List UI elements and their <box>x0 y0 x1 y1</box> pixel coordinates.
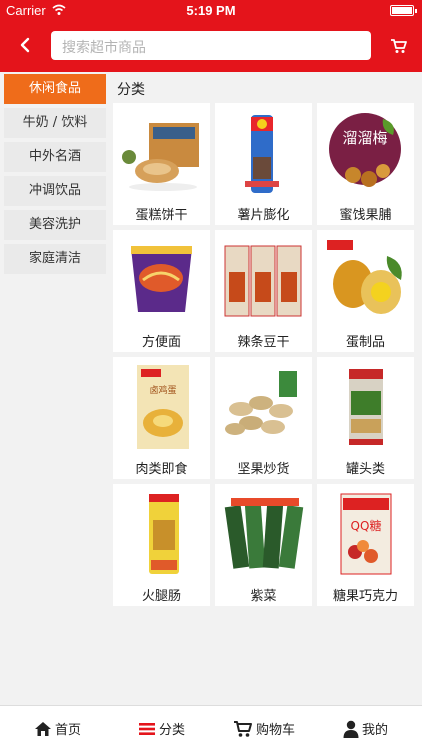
category-label: 薯片膨化 <box>237 208 290 223</box>
chevron-left-icon <box>20 37 30 53</box>
sidebar-item-liquor[interactable]: 中外名酒 <box>4 142 106 172</box>
category-tile[interactable]: 薯片膨化 <box>215 103 312 225</box>
cart-icon <box>234 720 252 737</box>
category-tile[interactable]: 蛋糕饼干 <box>113 103 210 225</box>
category-tile[interactable]: 卤鸡蛋 肉类即食 <box>113 357 210 479</box>
category-label: 蛋糕饼干 <box>135 208 188 223</box>
category-tile[interactable]: 方便面 <box>113 230 210 352</box>
back-button[interactable] <box>10 30 40 60</box>
tab-me[interactable]: 我的 <box>343 706 388 750</box>
preserved-fruit-image: 溜溜梅 <box>323 109 408 197</box>
egg-products-image <box>323 236 408 324</box>
nuts-image <box>221 363 306 451</box>
sidebar-item-instant-drinks[interactable]: 冲调饮品 <box>4 176 106 206</box>
battery-icon <box>390 5 417 16</box>
sidebar-item-milk-drinks[interactable]: 牛奶 / 饮料 <box>4 108 106 138</box>
category-tile[interactable]: QQ糖 糖果巧克力 <box>317 484 414 606</box>
home-icon <box>35 721 51 736</box>
category-tile[interactable]: 罐头类 <box>317 357 414 479</box>
instant-noodle-image <box>119 236 204 324</box>
seaweed-image <box>221 490 306 578</box>
category-label: 肉类即食 <box>135 462 188 477</box>
category-tile[interactable]: 溜溜梅 蜜饯果脯 <box>317 103 414 225</box>
canned-food-image <box>323 363 408 451</box>
sidebar-item-cleaning[interactable]: 家庭清洁 <box>4 244 106 274</box>
sidebar-item-beauty[interactable]: 美容洗护 <box>4 210 106 240</box>
category-tile[interactable]: 辣条豆干 <box>215 230 312 352</box>
category-label: 紫菜 <box>250 589 277 604</box>
status-bar: Carrier 5:19 PM <box>0 0 422 22</box>
section-title: 分类 <box>117 82 145 98</box>
user-icon <box>343 720 359 738</box>
category-tile[interactable]: 蛋制品 <box>317 230 414 352</box>
category-label: 辣条豆干 <box>237 335 290 350</box>
search-placeholder: 搜索超市商品 <box>62 40 146 56</box>
category-label: 蛋制品 <box>345 335 385 350</box>
tab-category[interactable]: 分类 <box>138 706 185 750</box>
svg-text:卤鸡蛋: 卤鸡蛋 <box>149 384 176 396</box>
tab-bar: 首页 分类 购物车 我的 <box>0 705 422 750</box>
app-header: Carrier 5:19 PM 搜索超市商品 <box>0 0 422 72</box>
category-tile[interactable]: 坚果炒货 <box>215 357 312 479</box>
tab-label: 我的 <box>362 723 389 738</box>
cake-biscuit-image <box>119 109 204 197</box>
ham-sausage-image <box>119 490 204 578</box>
tab-home[interactable]: 首页 <box>34 706 81 750</box>
chips-image <box>221 109 306 197</box>
svg-text:QQ糖: QQ糖 <box>351 518 382 533</box>
category-label: 火腿肠 <box>141 589 181 604</box>
spicy-strips-image <box>221 236 306 324</box>
category-label: 方便面 <box>141 335 181 350</box>
search-input[interactable]: 搜索超市商品 <box>51 31 371 60</box>
tab-label: 分类 <box>159 723 186 738</box>
tab-label: 购物车 <box>256 723 296 738</box>
category-tile[interactable]: 火腿肠 <box>113 484 210 606</box>
list-icon <box>139 722 155 735</box>
category-label: 罐头类 <box>345 462 385 477</box>
tab-label: 首页 <box>55 723 82 738</box>
cart-button[interactable] <box>386 33 412 59</box>
clock: 5:19 PM <box>186 3 236 18</box>
category-label: 糖果巧克力 <box>332 589 398 604</box>
category-label: 蜜饯果脯 <box>339 208 392 223</box>
cart-icon <box>391 39 407 53</box>
candy-chocolate-image: QQ糖 <box>323 490 408 578</box>
tab-cart[interactable]: 购物车 <box>233 706 295 750</box>
svg-text:溜溜梅: 溜溜梅 <box>342 129 387 147</box>
ready-meat-image: 卤鸡蛋 <box>119 363 204 451</box>
sidebar-item-snacks[interactable]: 休闲食品 <box>4 74 106 104</box>
category-tile[interactable]: 紫菜 <box>215 484 312 606</box>
category-label: 坚果炒货 <box>237 462 290 477</box>
